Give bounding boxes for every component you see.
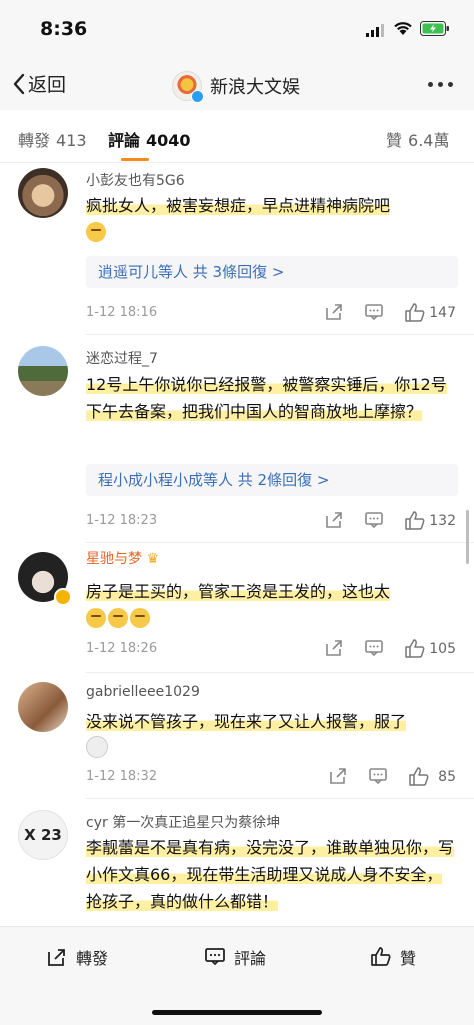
reply-icon[interactable] bbox=[364, 510, 384, 530]
tab-repost[interactable]: 轉發 413 bbox=[18, 127, 87, 151]
comment-icon bbox=[205, 948, 225, 966]
thumbs-up-icon[interactable] bbox=[404, 638, 426, 660]
comment-username[interactable]: 迷恋过程_7 bbox=[86, 348, 158, 368]
comment-label: 評論 bbox=[234, 949, 267, 968]
avatar-text: X 23 bbox=[24, 826, 62, 844]
comment-meta: 1-12 18:32 85 bbox=[86, 766, 458, 788]
tab-repost-label: 轉發 bbox=[18, 131, 51, 150]
repost-label: 轉發 bbox=[76, 949, 109, 968]
comment-text: 12号上午你说你已经报警，被警察实锤后，你12号下午去备案，把我们中国人的智商放… bbox=[86, 375, 447, 421]
comment-meta: 1-12 18:23 132 bbox=[86, 510, 458, 532]
comment-text: 李靓蕾是不是真有病，没完没了，谁敢单独见你，写小作文真66，现在带生活助理又说成… bbox=[86, 838, 455, 911]
repost-button[interactable]: 轉發 bbox=[46, 945, 108, 969]
comment-button[interactable]: 評論 bbox=[204, 945, 266, 969]
verified-badge-icon bbox=[191, 90, 204, 103]
back-button[interactable]: 返回 bbox=[12, 70, 66, 97]
comment-username[interactable]: 小彭友也有5G6 bbox=[86, 170, 185, 190]
reply-icon[interactable] bbox=[368, 766, 388, 786]
share-icon[interactable] bbox=[324, 638, 344, 658]
status-bar: 8:36 bbox=[0, 0, 474, 60]
share-icon[interactable] bbox=[324, 302, 344, 322]
account-logo bbox=[172, 71, 204, 103]
crown-icon: ♛ bbox=[146, 551, 160, 567]
share-icon[interactable] bbox=[328, 766, 348, 786]
divider bbox=[86, 672, 474, 673]
like-count: 105 bbox=[429, 641, 456, 657]
thumbs-up-icon bbox=[371, 947, 391, 966]
account-header[interactable]: 新浪大文娱 bbox=[172, 71, 300, 103]
comment-text: 房子是王买的，管家工资是王发的，这也太 bbox=[86, 578, 458, 632]
thumbs-up-icon[interactable] bbox=[404, 302, 426, 324]
comment-date: 1-12 18:23 bbox=[86, 513, 158, 528]
tab-likes-label: 贊 bbox=[386, 131, 403, 150]
thumbs-up-icon[interactable] bbox=[408, 766, 430, 788]
like-count: 147 bbox=[429, 305, 456, 321]
comment-meta: 1-12 18:26 105 bbox=[86, 638, 458, 660]
nav-bar: 返回 新浪大文娱 bbox=[0, 60, 474, 110]
emoji-icon bbox=[86, 608, 106, 628]
avatar[interactable] bbox=[18, 682, 68, 732]
more-options-icon[interactable] bbox=[428, 82, 453, 87]
signal-icon bbox=[366, 24, 384, 37]
tab-comments-label: 評論 bbox=[108, 131, 141, 150]
divider bbox=[86, 798, 474, 799]
chevron-left-icon bbox=[13, 73, 25, 94]
comment-username[interactable]: cyr 第一次真正追星只为蔡徐坤 bbox=[86, 812, 280, 832]
home-indicator[interactable] bbox=[152, 1010, 322, 1015]
like-label: 贊 bbox=[400, 949, 417, 968]
interaction-tabs: 轉發 413 評論 4040 贊 6.4萬 bbox=[0, 110, 474, 163]
tab-likes[interactable]: 贊 6.4萬 bbox=[386, 127, 449, 151]
emoji-icon bbox=[130, 608, 150, 628]
comment-username[interactable]: gabrielleee1029 bbox=[86, 684, 200, 700]
back-label: 返回 bbox=[28, 74, 67, 96]
sticker-icon bbox=[86, 736, 108, 758]
reply-icon[interactable] bbox=[364, 638, 384, 658]
comment-meta: 1-12 18:16 147 bbox=[86, 302, 458, 324]
avatar[interactable] bbox=[18, 346, 68, 396]
emoji-icon bbox=[108, 608, 128, 628]
replies-link[interactable]: 逍遥可儿等人 共 3條回復 > bbox=[86, 256, 458, 288]
like-count: 132 bbox=[429, 513, 456, 529]
replies-link[interactable]: 程小成小程小成等人 共 2條回復 > bbox=[86, 464, 458, 496]
tab-comments-count: 4040 bbox=[146, 131, 191, 150]
scrollbar[interactable] bbox=[466, 510, 469, 564]
comment-date: 1-12 18:26 bbox=[86, 641, 158, 656]
reply-icon[interactable] bbox=[364, 302, 384, 322]
active-tab-indicator bbox=[121, 158, 149, 161]
avatar[interactable]: X 23 bbox=[18, 810, 68, 860]
wifi-icon bbox=[394, 22, 412, 35]
comment-date: 1-12 18:16 bbox=[86, 305, 158, 320]
divider bbox=[86, 334, 474, 335]
comment-date: 1-12 18:32 bbox=[86, 769, 158, 784]
tab-repost-count: 413 bbox=[56, 131, 87, 150]
like-count: 85 bbox=[438, 769, 456, 785]
status-time: 8:36 bbox=[40, 18, 88, 40]
comment-text: 疯批女人，被害妄想症，早点进精神病院吧 bbox=[86, 192, 458, 246]
page-title: 新浪大文娱 bbox=[210, 77, 300, 98]
avatar[interactable] bbox=[18, 168, 68, 218]
comment-text: 没来说不管孩子，现在来了又让人报警，服了 bbox=[86, 708, 458, 762]
share-icon bbox=[48, 949, 65, 966]
like-button[interactable]: 贊 bbox=[370, 945, 416, 969]
tab-likes-count: 6.4萬 bbox=[408, 131, 450, 150]
thumbs-up-icon[interactable] bbox=[404, 510, 426, 532]
battery-icon bbox=[420, 21, 449, 36]
tab-comments[interactable]: 評論 4040 bbox=[108, 127, 191, 151]
comment-username[interactable]: 星驰与梦 ♛ bbox=[86, 548, 159, 568]
emoji-icon bbox=[86, 222, 106, 242]
divider bbox=[86, 542, 474, 543]
verified-badge-icon bbox=[54, 588, 72, 606]
share-icon[interactable] bbox=[324, 510, 344, 530]
